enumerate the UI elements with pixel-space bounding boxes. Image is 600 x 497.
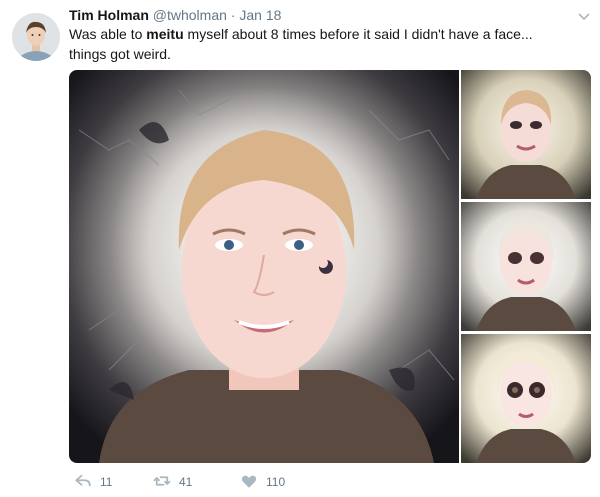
tweet-header: Tim Holman @twholman · Jan 18 xyxy=(69,6,281,24)
author-handle[interactable]: @twholman xyxy=(153,7,227,23)
tweet-text: Was able to meitu myself about 8 times b… xyxy=(69,24,569,64)
tweet-text-line2: things got weird. xyxy=(69,46,171,62)
separator-dot: · xyxy=(230,7,236,23)
media-photo-main[interactable] xyxy=(69,70,459,463)
like-count: 110 xyxy=(266,475,286,489)
tweet-text-bold: meitu xyxy=(146,26,184,42)
reply-count: 11 xyxy=(100,475,113,489)
media-photo-4[interactable] xyxy=(461,334,591,463)
retweet-button[interactable]: 41 xyxy=(153,472,192,492)
tweet-card: Tim Holman @twholman · Jan 18 Was able t… xyxy=(0,0,600,497)
heart-icon xyxy=(240,472,258,493)
reply-button[interactable]: 11 xyxy=(74,472,112,492)
retweet-count: 41 xyxy=(179,475,193,489)
author-name[interactable]: Tim Holman xyxy=(69,7,149,23)
media-photo-2[interactable] xyxy=(461,70,591,199)
tweet-text-part1: Was able to xyxy=(69,26,147,42)
like-button[interactable]: 110 xyxy=(240,472,285,492)
avatar[interactable] xyxy=(12,13,60,61)
media-grid xyxy=(69,70,591,463)
retweet-icon xyxy=(153,472,171,493)
media-photo-3[interactable] xyxy=(461,202,591,331)
timestamp[interactable]: Jan 18 xyxy=(239,7,281,23)
reply-icon xyxy=(74,472,92,493)
chevron-down-icon[interactable] xyxy=(576,8,592,24)
tweet-text-part2: myself about 8 times before it said I di… xyxy=(183,26,533,42)
